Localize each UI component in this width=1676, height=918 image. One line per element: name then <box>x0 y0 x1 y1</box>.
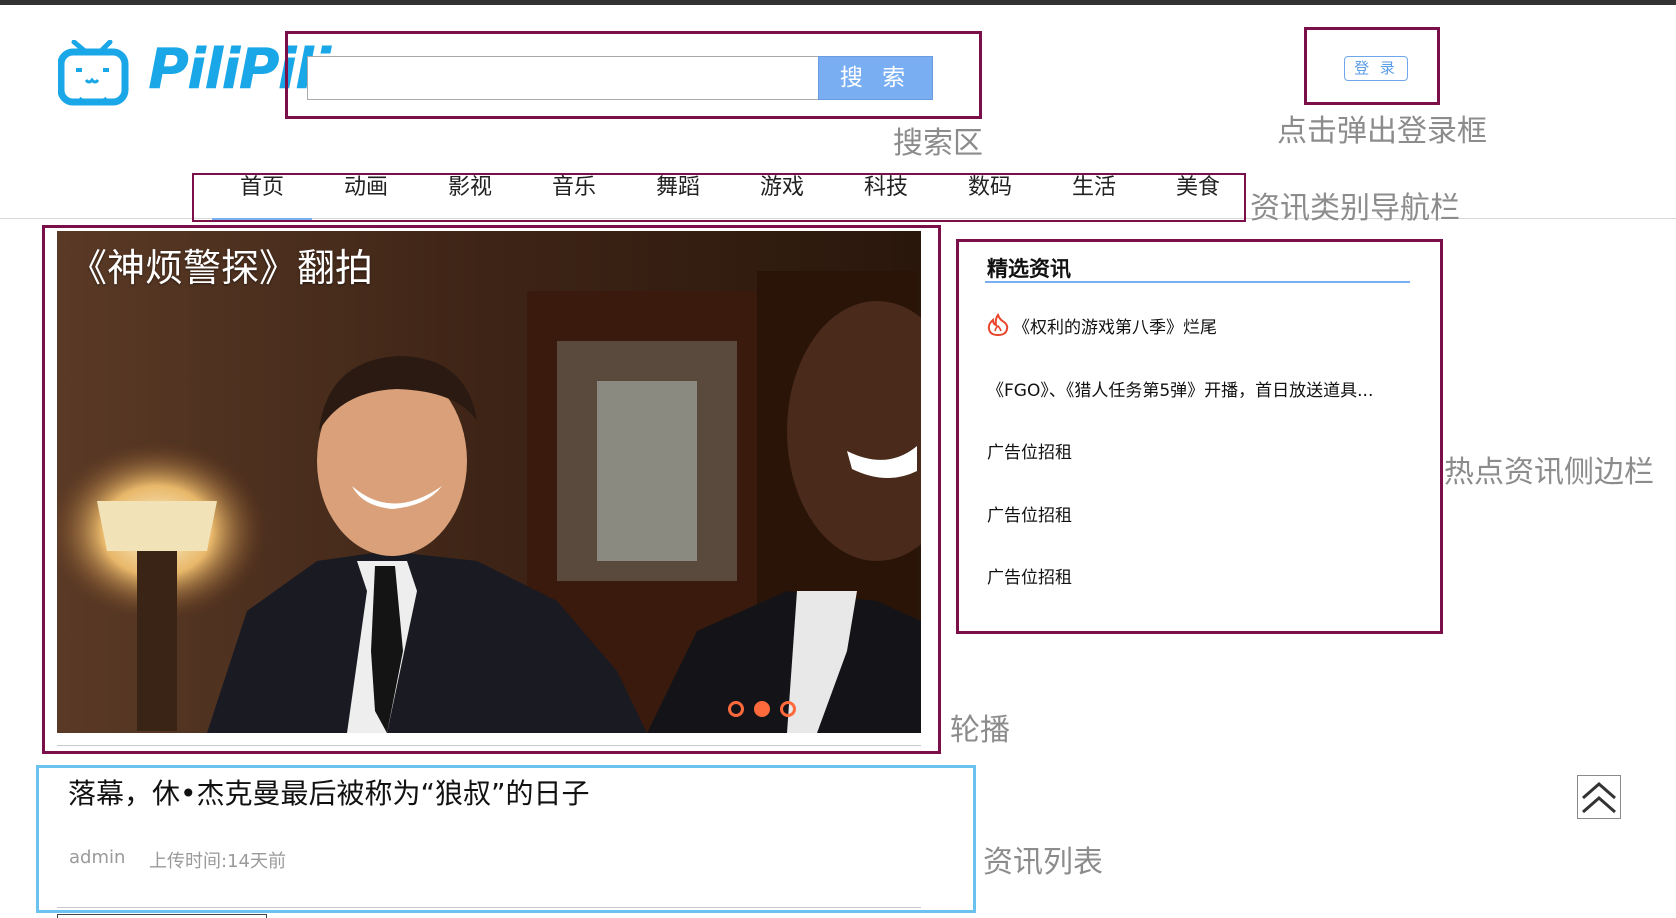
nav-item-digital[interactable]: 数码 <box>938 172 1042 220</box>
nav-item-film[interactable]: 影视 <box>418 172 522 220</box>
login-button[interactable]: 登 录 <box>1344 56 1408 81</box>
nav-item-dance[interactable]: 舞蹈 <box>626 172 730 220</box>
page: PiliPili 搜 索 搜索区 登 录 点击弹出登录框 首页 动画 影视 音乐… <box>0 0 1676 918</box>
sidebar-item[interactable]: 广告位招租 <box>987 438 1407 501</box>
category-nav: 首页 动画 影视 音乐 舞蹈 游戏 科技 数码 生活 美食 <box>210 172 1250 220</box>
carousel-title[interactable]: 《神烦警探》翻拍 <box>69 237 373 292</box>
nav-item-animation[interactable]: 动画 <box>314 172 418 220</box>
annotation-news-list: 资讯列表 <box>983 845 1103 880</box>
double-chevron-up-icon <box>1582 782 1616 814</box>
annotation-search-area: 搜索区 <box>893 126 983 161</box>
sidebar-item-text: 广告位招租 <box>987 443 1072 463</box>
nav-item-music[interactable]: 音乐 <box>522 172 626 220</box>
sidebar-item[interactable]: 广告位招租 <box>987 563 1407 626</box>
sidebar-list: 《权利的游戏第八季》烂尾 《FGO》、《猎人任务第5弹》开播，首日放送道具...… <box>987 313 1407 626</box>
sidebar-title: 精选资讯 <box>987 257 1071 281</box>
sidebar-item-text: 《权利的游戏第八季》烂尾 <box>1013 318 1217 338</box>
top-border <box>0 0 1676 5</box>
hot-flame-icon <box>987 313 1009 337</box>
carousel-dots <box>728 701 796 717</box>
sidebar-item[interactable]: 《FGO》、《猎人任务第5弹》开播，首日放送道具... <box>987 376 1407 439</box>
carousel-divider <box>57 745 921 746</box>
carousel-dot-1[interactable] <box>728 701 744 717</box>
sidebar-title-rule <box>985 281 1410 283</box>
carousel[interactable]: 《神烦警探》翻拍 <box>57 231 921 733</box>
sidebar-item-text: 广告位招租 <box>987 568 1072 588</box>
annotation-hot-sidebar: 热点资讯侧边栏 <box>1444 455 1654 490</box>
sidebar-item[interactable]: 《权利的游戏第八季》烂尾 <box>987 313 1407 376</box>
annotation-category-nav: 资讯类别导航栏 <box>1250 191 1460 226</box>
back-to-top-button[interactable] <box>1577 775 1621 819</box>
sidebar-item-text: 《FGO》、《猎人任务第5弹》开播，首日放送道具... <box>987 380 1374 401</box>
nav-item-life[interactable]: 生活 <box>1042 172 1146 220</box>
next-news-item <box>57 914 267 918</box>
news-upload-time: 上传时间:14天前 <box>149 851 286 872</box>
sidebar-item[interactable]: 广告位招租 <box>987 501 1407 564</box>
nav-item-home[interactable]: 首页 <box>210 172 314 220</box>
news-author: admin <box>69 847 126 868</box>
sidebar-item-text: 广告位招租 <box>987 505 1072 526</box>
carousel-image <box>57 231 921 733</box>
nav-item-games[interactable]: 游戏 <box>730 172 834 220</box>
carousel-dot-2[interactable] <box>754 701 770 717</box>
news-title[interactable]: 落幕，休•杰克曼最后被称为“狼叔”的日子 <box>68 772 590 812</box>
nav-item-tech[interactable]: 科技 <box>834 172 938 220</box>
annotation-carousel: 轮播 <box>950 713 1010 748</box>
nav-item-food[interactable]: 美食 <box>1146 172 1250 220</box>
search-input[interactable] <box>307 56 819 100</box>
carousel-dot-3[interactable] <box>780 701 796 717</box>
news-divider <box>57 907 921 908</box>
annotation-login-popup: 点击弹出登录框 <box>1277 114 1487 149</box>
search-button[interactable]: 搜 索 <box>818 56 933 100</box>
